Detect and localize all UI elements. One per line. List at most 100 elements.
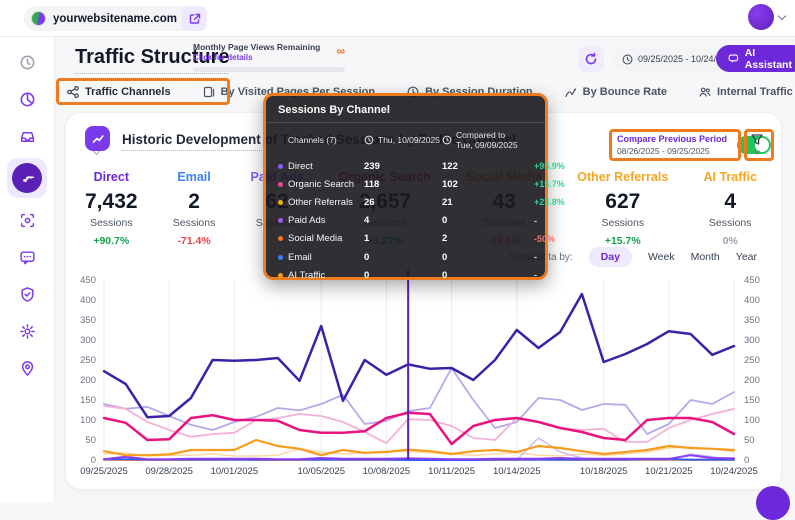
sidebar-item-security[interactable] — [12, 279, 42, 309]
history-clock-icon — [19, 54, 36, 71]
floating-action-button[interactable] — [756, 486, 790, 520]
sidebar-item-tracking[interactable] — [12, 205, 42, 235]
channel-compare-value: 0 — [442, 270, 534, 281]
open-website-button[interactable] — [182, 6, 207, 31]
channel-dot-icon — [278, 200, 283, 205]
stat-channel-label: Other Referrals — [577, 170, 668, 184]
stat-sessions-value: 2 — [173, 190, 216, 214]
stat-column: AI Traffic 4 Sessions 0% — [703, 170, 757, 247]
channel-dot-icon — [278, 164, 283, 169]
y-axis-label-left: 250 — [80, 355, 96, 366]
sidebar-item-inbox[interactable] — [12, 121, 42, 151]
ai-assistant-button[interactable]: AI Assistant — [716, 45, 795, 72]
website-name: yourwebsitename.com — [53, 13, 177, 25]
granularity-month[interactable]: Month — [691, 251, 720, 263]
y-axis-label-right: 400 — [744, 295, 760, 306]
chevron-down-icon — [754, 148, 760, 154]
website-selector[interactable]: yourwebsitename.com — [24, 6, 202, 31]
channel-name: Email — [288, 252, 364, 263]
channel-name: AI Traffic — [288, 270, 364, 281]
channel-name: Other Referrals — [288, 197, 364, 208]
gear-icon — [19, 323, 36, 340]
channel-percent-change: - — [534, 216, 537, 226]
stat-percent-change: +15.7% — [577, 235, 668, 247]
y-axis-label-right: 450 — [744, 275, 760, 286]
compare-label: Compare Previous Period — [617, 134, 727, 144]
avatar — [748, 4, 774, 30]
series-paid-ads — [104, 455, 734, 459]
channel-current-value: 4 — [364, 215, 442, 226]
sidebar — [0, 37, 55, 502]
sidebar-item-feedback[interactable] — [12, 242, 42, 272]
y-axis-label-right: 350 — [744, 315, 760, 326]
clock-icon — [442, 135, 452, 145]
series-direct — [104, 294, 734, 417]
stat-percent-change: -71.4% — [173, 235, 216, 247]
granularity-week[interactable]: Week — [648, 251, 675, 263]
granularity-day[interactable]: Day — [589, 247, 632, 267]
sidebar-item-settings[interactable] — [12, 316, 42, 346]
pages-icon — [203, 86, 215, 98]
channel-current-value: 0 — [364, 270, 442, 281]
stat-percent-change: +90.7% — [85, 235, 138, 247]
tooltip-channels-header: Channels (7) — [288, 135, 364, 145]
user-menu[interactable] — [748, 4, 785, 30]
y-axis-label-left: 450 — [80, 275, 96, 286]
sessions-line-chart[interactable]: 09/25/202509/28/202510/01/202510/05/2025… — [70, 266, 782, 478]
tab-bounce-rate[interactable]: By Bounce Rate — [563, 82, 669, 102]
tooltip-channel-row: Direct 239 122 +95.9% — [278, 157, 533, 175]
external-link-icon — [189, 13, 201, 25]
x-axis-label: 10/21/2025 — [645, 466, 693, 477]
sidebar-item-analytics[interactable] — [12, 84, 42, 114]
sidebar-item-history[interactable] — [12, 47, 42, 77]
sidebar-item-location[interactable] — [12, 353, 42, 383]
channel-name: Paid Ads — [288, 215, 364, 226]
y-axis-label-left: 200 — [80, 375, 96, 386]
top-bar: yourwebsitename.com — [0, 0, 795, 37]
channel-percent-change: - — [534, 270, 537, 280]
channel-current-value: 118 — [364, 179, 442, 190]
x-axis-label: 10/24/2025 — [710, 466, 758, 477]
granularity-year[interactable]: Year — [736, 251, 757, 263]
channel-percent-change: - — [534, 252, 537, 262]
refresh-button[interactable] — [578, 46, 604, 72]
channel-compare-value: 0 — [442, 252, 534, 263]
users-icon — [699, 86, 711, 98]
series-organic-search — [104, 413, 734, 444]
quota-details-link[interactable]: Click for details — [193, 53, 345, 62]
y-axis-label-right: 50 — [744, 435, 755, 446]
channel-current-value: 26 — [364, 197, 442, 208]
refresh-icon — [584, 52, 598, 66]
quota-label: Monthly Page Views Remaining — [193, 42, 345, 52]
y-axis-label-right: 100 — [744, 415, 760, 426]
channel-percent-change: +95.9% — [534, 161, 565, 171]
channel-dot-icon — [278, 273, 283, 278]
chart-filter-button[interactable] — [750, 133, 764, 153]
tab-label: Internal Traffic — [717, 86, 793, 98]
ai-assistant-label: AI Assistant — [745, 47, 795, 71]
stat-channel-label: Direct — [85, 170, 138, 184]
radar-signal-icon — [19, 170, 35, 186]
channel-percent-change: -50% — [534, 234, 555, 244]
tab-internal-traffic[interactable]: Internal Traffic — [697, 82, 795, 102]
tooltip-channel-row: Other Referrals 26 21 +23.8% — [278, 193, 533, 211]
x-axis-label: 09/25/2025 — [80, 466, 128, 477]
channel-name: Organic Search — [288, 179, 364, 190]
channel-current-value: 1 — [364, 233, 442, 244]
channel-dot-icon — [278, 255, 283, 260]
channel-compare-value: 122 — [442, 161, 534, 172]
tooltip-channel-row: Paid Ads 4 0 - — [278, 212, 533, 230]
website-favicon-icon — [31, 11, 46, 26]
sidebar-item-traffic-active[interactable] — [7, 158, 47, 198]
tab-traffic-channels[interactable]: Traffic Channels — [65, 82, 173, 102]
y-axis-label-left: 350 — [80, 315, 96, 326]
channel-compare-value: 0 — [442, 215, 534, 226]
channel-current-value: 239 — [364, 161, 442, 172]
channel-name: Social Media — [288, 233, 364, 244]
inbox-icon — [19, 128, 36, 145]
stat-sessions-value: 627 — [577, 190, 668, 214]
channel-current-value: 0 — [364, 252, 442, 263]
x-axis-label: 10/01/2025 — [211, 466, 259, 477]
channel-compare-value: 102 — [442, 179, 534, 190]
y-axis-label-left: 400 — [80, 295, 96, 306]
